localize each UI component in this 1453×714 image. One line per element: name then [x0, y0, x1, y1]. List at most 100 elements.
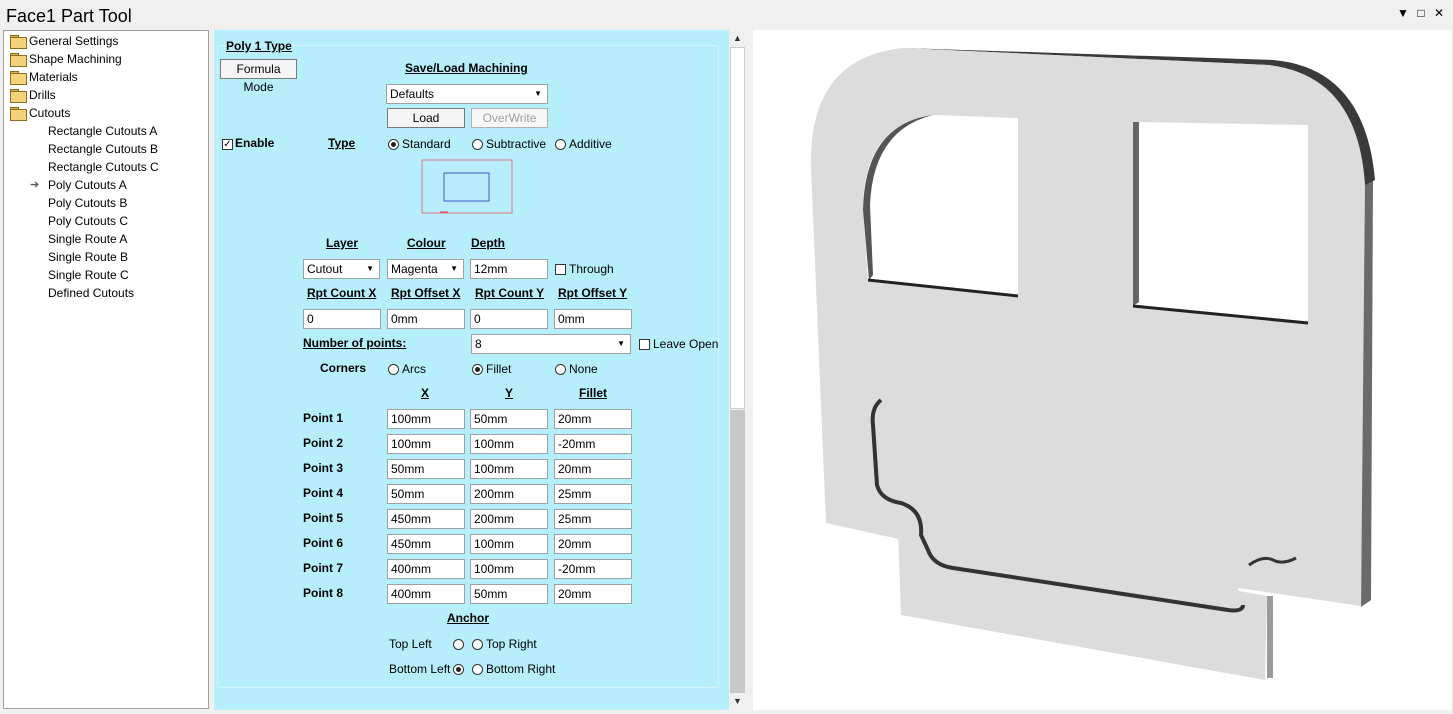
point-label: Point 1 — [303, 411, 344, 425]
form-scrollbar[interactable]: ▲ ▼ — [729, 30, 746, 710]
tree-item-rectangle-cutouts-a[interactable]: Rectangle Cutouts A — [48, 122, 157, 140]
title-bar: Face1 Part Tool ▼ □ ✕ — [0, 0, 1453, 30]
window-title: Face1 Part Tool — [6, 6, 132, 26]
point-label: Point 2 — [303, 436, 344, 450]
navigation-tree[interactable]: General Settings Shape Machining Materia… — [3, 30, 209, 709]
anchor-top-left-radio[interactable] — [453, 639, 464, 650]
col-x-header: X — [421, 386, 430, 400]
point-5-y-input[interactable]: 200mm — [470, 509, 548, 529]
tree-item-single-route-a[interactable]: Single Route A — [48, 230, 127, 248]
type-subtractive-radio[interactable] — [472, 139, 483, 150]
rpt-offset-y-header: Rpt Offset Y — [558, 286, 628, 300]
corner-arcs-radio[interactable] — [388, 364, 399, 375]
enable-checkbox[interactable]: ✓ — [222, 139, 233, 150]
point-1-x-input[interactable]: 100mm — [387, 409, 465, 429]
chevron-down-icon: ▼ — [450, 264, 458, 273]
anchor-bottom-left-label: Bottom Left — [389, 662, 451, 676]
point-3-y-input[interactable]: 100mm — [470, 459, 548, 479]
tree-item-shape-machining[interactable]: Shape Machining — [10, 50, 122, 68]
tree-item-defined-cutouts[interactable]: Defined Cutouts — [48, 284, 134, 302]
rpt-offset-x-header: Rpt Offset X — [391, 286, 461, 300]
part-edge — [1267, 596, 1273, 678]
point-7-y-input[interactable]: 100mm — [470, 559, 548, 579]
anchor-top-right-label: Top Right — [486, 637, 537, 651]
tree-item-poly-cutouts-c[interactable]: Poly Cutouts C — [48, 212, 128, 230]
col-y-header: Y — [505, 386, 514, 400]
tree-item-single-route-c[interactable]: Single Route C — [48, 266, 129, 284]
point-4-y-input[interactable]: 200mm — [470, 484, 548, 504]
3d-viewport[interactable] — [753, 30, 1451, 710]
overwrite-button[interactable]: OverWrite — [471, 108, 548, 128]
layer-select[interactable]: Cutout ▼ — [303, 259, 380, 279]
type-additive-label: Additive — [569, 137, 612, 151]
corner-none-radio[interactable] — [555, 364, 566, 375]
rpt-offset-y-input[interactable]: 0mm — [554, 309, 632, 329]
point-5-fillet-input[interactable]: 25mm — [554, 509, 632, 529]
chevron-down-icon: ▼ — [366, 264, 374, 273]
colour-select[interactable]: Magenta ▼ — [387, 259, 464, 279]
corner-fillet-label: Fillet — [486, 362, 512, 376]
minimize-icon[interactable]: ▼ — [1396, 6, 1410, 20]
type-standard-label: Standard — [402, 137, 451, 151]
preset-select[interactable]: Defaults ▼ — [386, 84, 548, 104]
point-2-x-input[interactable]: 100mm — [387, 434, 465, 454]
scroll-thumb[interactable] — [730, 47, 745, 409]
depth-input[interactable]: 12mm — [470, 259, 548, 279]
enable-label: Enable — [235, 136, 275, 150]
tree-item-single-route-b[interactable]: Single Route B — [48, 248, 128, 266]
point-2-y-input[interactable]: 100mm — [470, 434, 548, 454]
type-additive-radio[interactable] — [555, 139, 566, 150]
shape-preview — [421, 159, 513, 214]
point-5-x-input[interactable]: 450mm — [387, 509, 465, 529]
tree-item-poly-cutouts-a[interactable]: ➔ Poly Cutouts A — [30, 176, 127, 194]
corner-fillet-radio[interactable] — [472, 364, 483, 375]
tree-item-poly-cutouts-b[interactable]: Poly Cutouts B — [48, 194, 127, 212]
anchor-bottom-left-radio[interactable] — [453, 664, 464, 675]
point-6-y-input[interactable]: 100mm — [470, 534, 548, 554]
close-icon[interactable]: ✕ — [1432, 6, 1446, 20]
anchor-top-right-radio[interactable] — [472, 639, 483, 650]
folder-icon — [10, 107, 27, 121]
scroll-down-icon[interactable]: ▼ — [729, 693, 746, 710]
point-3-fillet-input[interactable]: 20mm — [554, 459, 632, 479]
col-fillet-header: Fillet — [579, 386, 608, 400]
tree-item-drills[interactable]: Drills — [10, 86, 56, 104]
poly-settings-panel: Poly 1 Type Formula Mode Save/Load Machi… — [214, 30, 729, 710]
type-standard-radio[interactable] — [388, 139, 399, 150]
maximize-icon[interactable]: □ — [1414, 6, 1428, 20]
rpt-offset-x-input[interactable]: 0mm — [387, 309, 465, 329]
through-checkbox[interactable] — [555, 264, 566, 275]
point-4-fillet-input[interactable]: 25mm — [554, 484, 632, 504]
point-8-x-input[interactable]: 400mm — [387, 584, 465, 604]
leave-open-checkbox[interactable] — [639, 339, 650, 350]
folder-icon — [10, 35, 27, 49]
rpt-count-x-input[interactable]: 0 — [303, 309, 381, 329]
point-6-fillet-input[interactable]: 20mm — [554, 534, 632, 554]
point-3-x-input[interactable]: 50mm — [387, 459, 465, 479]
scroll-track[interactable] — [730, 410, 745, 693]
point-8-y-input[interactable]: 50mm — [470, 584, 548, 604]
type-header: Type — [328, 136, 356, 150]
layer-header: Layer — [326, 236, 359, 250]
rpt-count-y-input[interactable]: 0 — [470, 309, 548, 329]
point-2-fillet-input[interactable]: -20mm — [554, 434, 632, 454]
tree-item-materials[interactable]: Materials — [10, 68, 78, 86]
formula-mode-button[interactable]: Formula Mode — [220, 59, 297, 94]
tree-item-cutouts[interactable]: Cutouts — [10, 104, 70, 122]
anchor-bottom-right-radio[interactable] — [472, 664, 483, 675]
type-subtractive-label: Subtractive — [486, 137, 547, 151]
point-4-x-input[interactable]: 50mm — [387, 484, 465, 504]
point-8-fillet-input[interactable]: 20mm — [554, 584, 632, 604]
scroll-up-icon[interactable]: ▲ — [729, 30, 746, 47]
rpt-count-y-header: Rpt Count Y — [475, 286, 545, 300]
point-1-fillet-input[interactable]: 20mm — [554, 409, 632, 429]
load-button[interactable]: Load — [387, 108, 465, 128]
point-7-fillet-input[interactable]: -20mm — [554, 559, 632, 579]
tree-item-general-settings[interactable]: General Settings — [10, 32, 118, 50]
point-6-x-input[interactable]: 450mm — [387, 534, 465, 554]
point-7-x-input[interactable]: 400mm — [387, 559, 465, 579]
point-1-y-input[interactable]: 50mm — [470, 409, 548, 429]
num-points-select[interactable]: 8 ▼ — [471, 334, 631, 354]
tree-item-rectangle-cutouts-c[interactable]: Rectangle Cutouts C — [48, 158, 159, 176]
tree-item-rectangle-cutouts-b[interactable]: Rectangle Cutouts B — [48, 140, 158, 158]
